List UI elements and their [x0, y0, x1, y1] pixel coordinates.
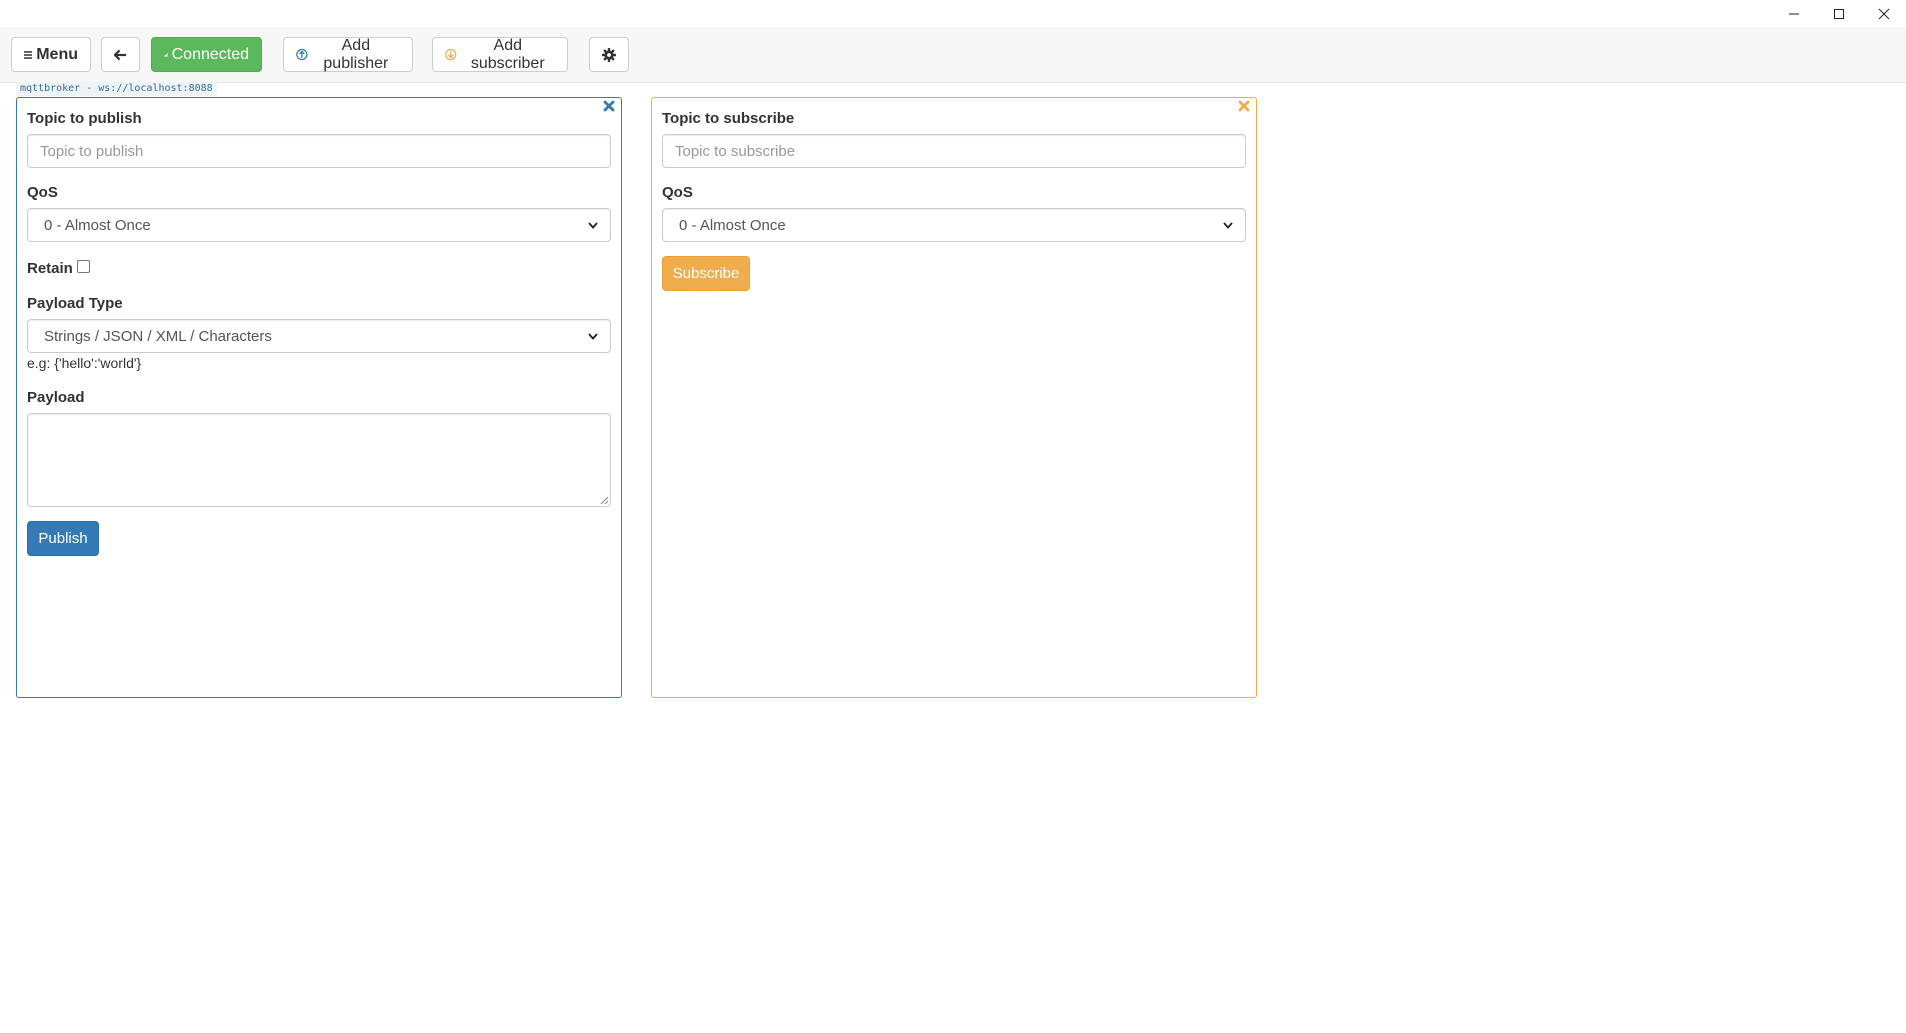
menu-label: Menu: [36, 45, 78, 63]
payload-label: Payload: [27, 389, 85, 406]
close-publisher-button[interactable]: [603, 100, 615, 112]
close-window-button[interactable]: [1861, 0, 1906, 27]
payload-hint: e.g: {'hello':'world'}: [27, 355, 142, 371]
subscribe-qos-select[interactable]: 0 - Almost Once: [662, 208, 1246, 242]
connected-button[interactable]: Connected: [151, 37, 262, 72]
payload-type-label: Payload Type: [27, 295, 123, 312]
publish-topic-input[interactable]: [27, 134, 611, 168]
retain-checkbox[interactable]: [77, 260, 90, 273]
menu-button[interactable]: Menu: [11, 37, 91, 72]
arrow-left-icon: [114, 49, 127, 60]
payload-textarea[interactable]: [27, 413, 611, 507]
subscriber-panel: Topic to subscribe QoS 0 - Almost Once S…: [651, 97, 1257, 698]
close-subscriber-button[interactable]: [1238, 100, 1250, 112]
resize-grip-icon[interactable]: [600, 496, 609, 505]
window-controls: [1771, 0, 1906, 27]
add-publisher-button[interactable]: Add publisher: [283, 37, 413, 72]
chevron-down-icon: [588, 221, 598, 229]
maximize-icon: [1833, 8, 1844, 19]
minimize-button[interactable]: [1771, 0, 1816, 27]
settings-button[interactable]: [589, 37, 629, 72]
toolbar: Menu Connected Add publisher Add subscri…: [0, 27, 1906, 83]
add-publisher-label: Add publisher: [323, 36, 389, 72]
chevron-down-icon: [1223, 221, 1233, 229]
hamburger-icon: [24, 50, 33, 59]
payload-type-value: Strings / JSON / XML / Characters: [44, 327, 272, 345]
subscribe-qos-value: 0 - Almost Once: [679, 216, 786, 234]
back-button[interactable]: [101, 37, 140, 72]
publish-topic-label: Topic to publish: [27, 110, 142, 127]
gear-icon: [602, 47, 616, 62]
publish-qos-select[interactable]: 0 - Almost Once: [27, 208, 611, 242]
minimize-icon: [1788, 13, 1799, 14]
retain-label: Retain: [27, 260, 73, 277]
publish-button[interactable]: Publish: [27, 521, 99, 556]
broker-connection-label: mqttbroker - ws://localhost:8088: [16, 82, 217, 96]
maximize-button[interactable]: [1816, 0, 1861, 27]
add-subscriber-button[interactable]: Add subscriber: [432, 37, 568, 72]
publisher-panel: Topic to publish QoS 0 - Almost Once Ret…: [16, 97, 622, 698]
subscribe-topic-input[interactable]: [662, 134, 1246, 168]
chevron-down-icon: [588, 332, 598, 340]
publish-qos-label: QoS: [27, 184, 58, 201]
payload-type-select[interactable]: Strings / JSON / XML / Characters: [27, 319, 611, 353]
close-window-icon: [1878, 8, 1889, 19]
circle-arrow-down-icon: [445, 48, 457, 61]
connected-label: Connected: [171, 45, 249, 63]
close-icon: [603, 100, 615, 112]
window-titlebar: [0, 0, 1906, 27]
signal-bars-icon: [164, 52, 168, 57]
publish-qos-value: 0 - Almost Once: [44, 216, 151, 234]
subscribe-button[interactable]: Subscribe: [662, 256, 750, 291]
close-icon: [1238, 100, 1250, 112]
add-subscriber-label: Add subscriber: [470, 36, 545, 72]
subscribe-qos-label: QoS: [662, 184, 693, 201]
circle-arrow-up-icon: [296, 48, 308, 61]
subscribe-topic-label: Topic to subscribe: [662, 110, 795, 127]
